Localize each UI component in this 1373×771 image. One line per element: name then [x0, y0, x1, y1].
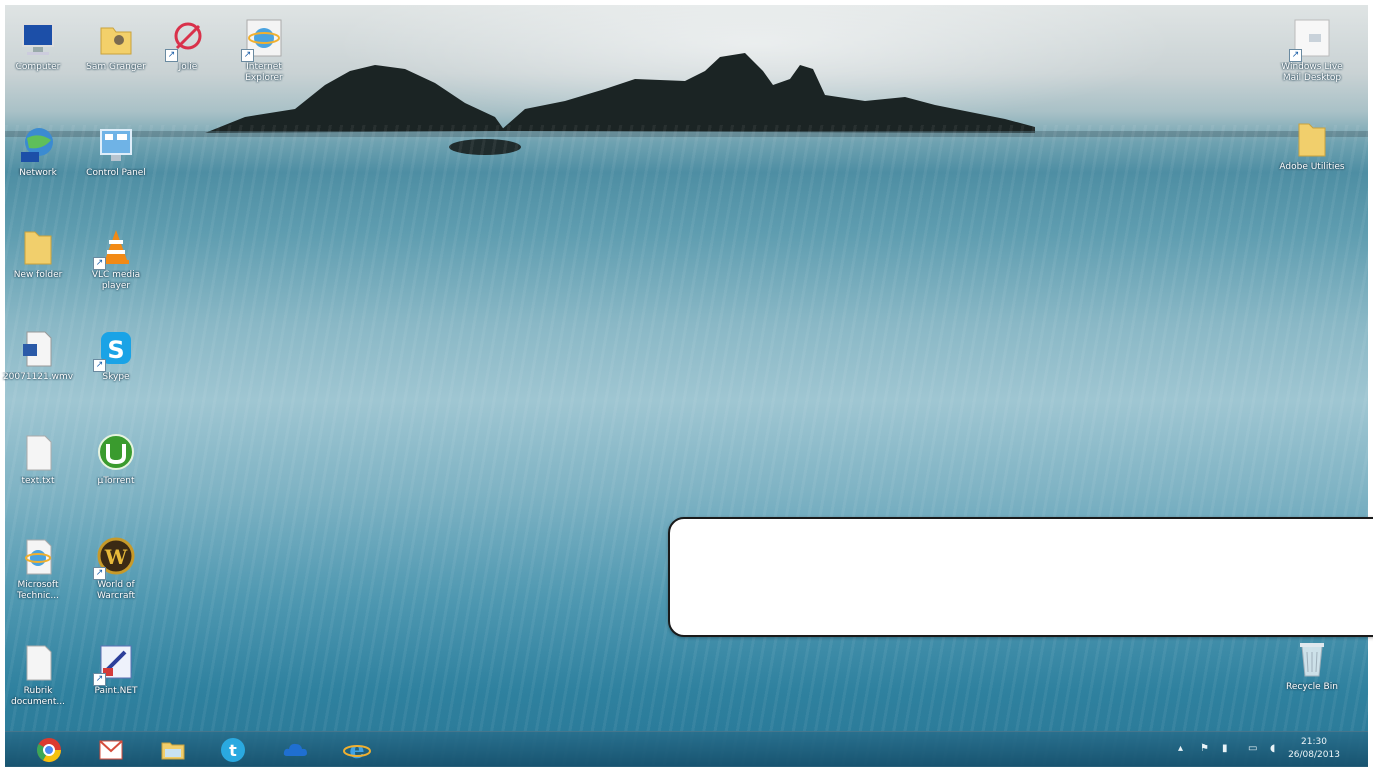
mail-shortcut-icon: ↗	[1289, 18, 1333, 62]
desktop-icon-adobe-utilities[interactable]: Adobe Utilities	[1274, 112, 1350, 208]
shortcut-arrow-icon: ↗	[93, 673, 106, 686]
desktop-icon-vlc[interactable]: ↗ VLC media player	[78, 220, 154, 316]
svg-text:t: t	[229, 741, 237, 760]
svg-text:S: S	[107, 336, 124, 364]
recycle-bin-icon	[1291, 638, 1333, 680]
desktop-icon-utorrent[interactable]: µTorrent	[78, 426, 154, 522]
keyboard-icon[interactable]: ▭	[1248, 743, 1257, 754]
blank-callout-panel	[668, 517, 1373, 637]
taskbar-chrome[interactable]	[31, 736, 67, 764]
shortcut-arrow-icon: ↗	[165, 49, 178, 62]
twitter-icon: t	[221, 738, 245, 762]
action-center-flag-icon[interactable]: ⚑	[1200, 743, 1209, 754]
desktop-icon-network[interactable]: Network	[0, 118, 76, 214]
shortcut-arrow-icon: ↗	[241, 49, 254, 62]
shortcut-arrow-icon: ↗	[1289, 49, 1302, 62]
desktop-icon-recycle-bin[interactable]: Recycle Bin	[1274, 632, 1350, 728]
desktop-icon-microsoft-technic[interactable]: Microsoft Technic...	[0, 530, 76, 626]
system-tray: ▴ ⚑ ▮ ▭ ◖ 21:30 26/08/2013	[1148, 732, 1368, 767]
desktop-icon-world-of-warcraft[interactable]: W ↗ World of Warcraft	[78, 530, 154, 626]
volume-icon[interactable]: ◖	[1270, 743, 1275, 754]
user-folder-icon	[95, 18, 137, 60]
desktop-icon-wmv-file[interactable]: 20071121.wmv	[0, 322, 76, 418]
taskbar-internet-explorer[interactable]: e	[339, 735, 375, 764]
water-streaks	[5, 125, 1368, 765]
network-icon	[17, 124, 59, 166]
desktop-icon-jolie[interactable]: ↗ Jolie	[150, 12, 226, 108]
desktop-icon-user-folder[interactable]: Sam Granger	[78, 12, 154, 108]
desktop-icon-new-folder[interactable]: New folder	[0, 220, 76, 316]
paint-net-icon: ↗	[93, 642, 137, 686]
file-explorer-icon	[161, 742, 185, 760]
taskbar-file-explorer[interactable]	[155, 736, 191, 764]
ie-document-icon	[17, 536, 59, 578]
internet-explorer-icon: ↗	[241, 18, 285, 62]
desktop-wallpaper	[5, 5, 1368, 766]
svg-text:W: W	[104, 545, 128, 569]
desktop-icon-rubrik-document[interactable]: Rubrik document...	[0, 636, 76, 732]
chrome-icon	[36, 738, 61, 763]
shortcut-arrow-icon: ↗	[93, 257, 106, 270]
utorrent-icon	[95, 432, 137, 474]
clock[interactable]: 21:30 26/08/2013	[1284, 736, 1344, 762]
warcraft-icon: W ↗	[93, 536, 137, 580]
skype-icon: S ↗	[93, 328, 137, 372]
clock-time: 21:30	[1301, 737, 1327, 747]
control-panel-icon	[95, 124, 137, 166]
clock-date: 26/08/2013	[1288, 750, 1340, 760]
computer-icon	[17, 18, 59, 60]
vlc-icon: ↗	[93, 226, 137, 270]
taskbar: t e ▴ ⚑ ▮ ▭ ◖ 21:30 26/08/2013	[5, 731, 1368, 767]
desktop-icon-text-file[interactable]: text.txt	[0, 426, 76, 522]
cloud-icon	[283, 743, 307, 756]
desktop-icon-control-panel[interactable]: Control Panel	[78, 118, 154, 214]
folder-icon	[17, 226, 59, 268]
desktop-icon-computer[interactable]: Computer	[0, 12, 76, 108]
desktop-icon-paint-net[interactable]: ↗ Paint.NET	[78, 636, 154, 732]
blank-file-icon	[17, 642, 59, 684]
blank-file-icon	[17, 432, 59, 474]
show-hidden-icons-icon[interactable]: ▴	[1178, 743, 1183, 754]
taskbar-gmail[interactable]	[93, 736, 129, 764]
svg-text:e: e	[349, 736, 364, 764]
shortcut-arrow-icon: ↗	[93, 567, 106, 580]
document-icon	[17, 328, 59, 370]
desktop-icon-internet-explorer[interactable]: ↗ Internet Explorer	[226, 12, 302, 108]
taskbar-twitter[interactable]: t	[215, 736, 251, 764]
app-shortcut-icon: ↗	[165, 18, 209, 62]
internet-explorer-icon: e	[343, 735, 371, 764]
shortcut-arrow-icon: ↗	[93, 359, 106, 372]
gmail-icon	[99, 740, 123, 760]
folder-icon	[1291, 118, 1333, 160]
desktop-icon-skype[interactable]: S ↗ Skype	[78, 322, 154, 418]
network-signal-icon[interactable]: ▮	[1222, 743, 1228, 754]
taskbar-skydrive[interactable]	[277, 736, 313, 764]
desktop-icon-windows-live-mail[interactable]: ↗ Windows Live Mail Desktop	[1274, 12, 1350, 108]
